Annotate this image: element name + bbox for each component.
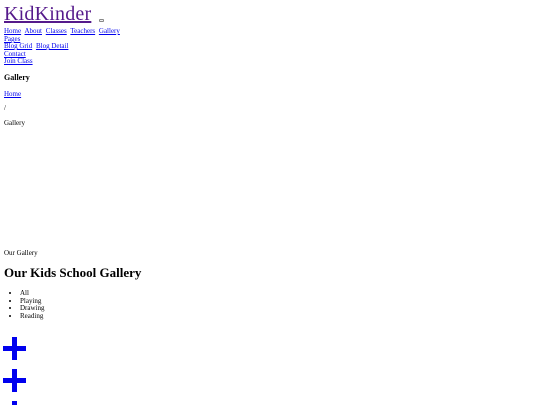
nav-link-blog-grid[interactable]: Blog Grid: [4, 42, 32, 50]
gallery-item-link[interactable]: [3, 337, 26, 360]
nav-link-gallery[interactable]: Gallery: [99, 27, 120, 35]
breadcrumb-home-link[interactable]: Home: [4, 90, 21, 98]
nav-link-home[interactable]: Home: [4, 27, 21, 35]
gallery-item-link[interactable]: [3, 401, 26, 405]
nav-link-classes[interactable]: Classes: [46, 27, 67, 35]
nav-link-about[interactable]: About: [24, 27, 42, 35]
gallery-filter-list: All Playing Drawing Reading: [4, 289, 45, 321]
plus-icon: [3, 337, 26, 360]
pages-dropdown: Blog Grid Blog Detail: [4, 42, 68, 50]
navbar-links-row: Home About Classes Teachers Gallery: [4, 27, 120, 35]
brand-logo-link[interactable]: KidKinder: [4, 4, 91, 24]
page-title: Gallery: [4, 73, 30, 82]
nav-link-blog-detail[interactable]: Blog Detail: [36, 42, 68, 50]
join-class-button[interactable]: Join Class: [4, 57, 33, 65]
gallery-item-link[interactable]: [3, 369, 26, 392]
breadcrumb-separator: /: [4, 104, 6, 112]
plus-icon: [12, 401, 17, 405]
plus-icon: [3, 369, 26, 392]
navbar-toggler-button[interactable]: [99, 19, 104, 22]
section-title: Our Kids School Gallery: [4, 265, 142, 280]
nav-link-teachers[interactable]: Teachers: [70, 27, 95, 35]
filter-item-reading[interactable]: Reading: [20, 312, 45, 321]
breadcrumb-current: Gallery: [4, 119, 25, 127]
section-subtitle: Our Gallery: [4, 249, 38, 257]
